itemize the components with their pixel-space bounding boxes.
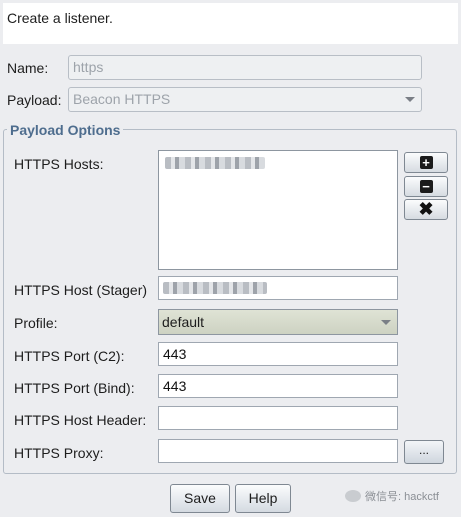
header-panel: Create a listener.: [3, 3, 458, 44]
payload-select[interactable]: Beacon HTTPS: [68, 87, 422, 112]
minus-icon: −: [419, 180, 433, 193]
plus-icon: +: [419, 156, 433, 169]
port-bind-value: 443: [163, 378, 187, 394]
payload-label: Payload:: [7, 92, 62, 108]
profile-select[interactable]: default: [158, 309, 398, 335]
wechat-icon: [345, 490, 361, 502]
port-c2-label: HTTPS Port (C2):: [14, 348, 125, 364]
payload-options-title: Payload Options: [7, 122, 124, 138]
redacted-host-entry[interactable]: [165, 157, 265, 169]
https-host-stager-field[interactable]: [158, 276, 398, 300]
port-bind-field[interactable]: 443: [158, 374, 398, 398]
host-header-label: HTTPS Host Header:: [14, 412, 147, 428]
port-c2-field[interactable]: 443: [158, 342, 398, 366]
https-host-stager-label: HTTPS Host (Stager): [14, 282, 148, 298]
chevron-down-icon: [400, 89, 420, 110]
host-header-field[interactable]: [158, 406, 398, 430]
close-icon: ✖: [418, 199, 434, 219]
name-value: https: [73, 59, 104, 75]
https-hosts-label: HTTPS Hosts:: [14, 156, 104, 172]
redacted-stager-host: [163, 282, 267, 294]
proxy-settings-button[interactable]: ...: [404, 440, 444, 464]
watermark: 微信号: hackctf: [345, 488, 439, 504]
help-button[interactable]: Help: [235, 484, 291, 513]
profile-value: default: [162, 314, 205, 330]
port-bind-label: HTTPS Port (Bind):: [14, 380, 135, 396]
name-field[interactable]: https: [68, 55, 422, 80]
chevron-down-icon: [376, 311, 396, 333]
name-label: Name:: [7, 60, 49, 76]
header-text: Create a listener.: [7, 10, 113, 26]
proxy-field[interactable]: [158, 439, 398, 463]
https-hosts-list[interactable]: [158, 150, 398, 270]
port-c2-value: 443: [163, 346, 187, 362]
profile-label: Profile:: [14, 315, 58, 331]
clear-hosts-button[interactable]: ✖: [404, 199, 448, 220]
watermark-text: 微信号: hackctf: [365, 491, 439, 503]
add-host-button[interactable]: +: [404, 152, 448, 173]
remove-host-button[interactable]: −: [404, 176, 448, 197]
proxy-label: HTTPS Proxy:: [14, 445, 104, 461]
save-button[interactable]: Save: [170, 484, 230, 513]
payload-value: Beacon HTTPS: [73, 91, 171, 107]
